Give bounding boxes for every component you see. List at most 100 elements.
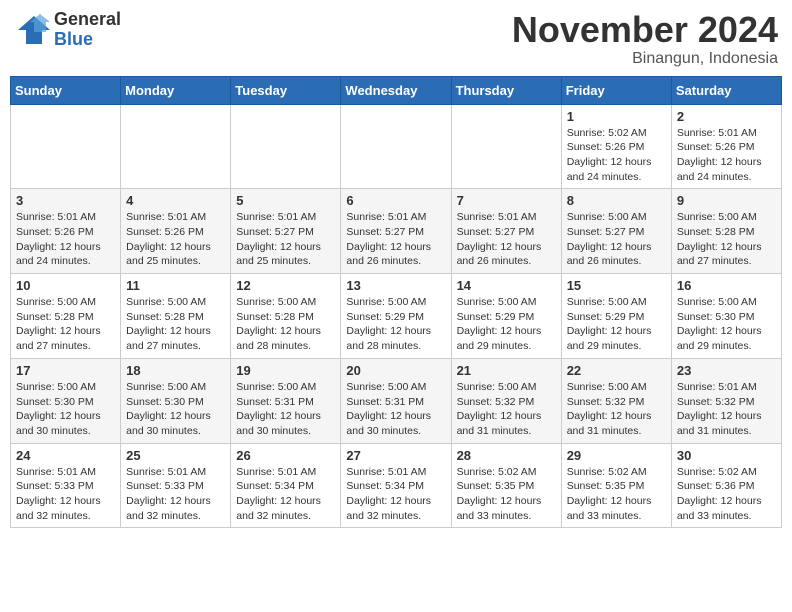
day-info: Sunrise: 5:01 AM Sunset: 5:32 PM Dayligh… (677, 380, 776, 439)
day-number: 22 (567, 363, 666, 378)
day-number: 23 (677, 363, 776, 378)
day-number: 28 (457, 448, 556, 463)
calendar-cell (451, 104, 561, 189)
calendar-cell (11, 104, 121, 189)
calendar-cell: 17 Sunrise: 5:00 AM Sunset: 5:30 PM Dayli… (11, 358, 121, 443)
day-info: Sunrise: 5:00 AM Sunset: 5:29 PM Dayligh… (346, 295, 445, 354)
calendar-cell: 11 Sunrise: 5:00 AM Sunset: 5:28 PM Dayli… (121, 274, 231, 359)
calendar-body: 1Sunrise: 5:02 AM Sunset: 5:26 PM Daylig… (11, 104, 782, 528)
calendar-cell: 2 Sunrise: 5:01 AM Sunset: 5:26 PM Daylig… (671, 104, 781, 189)
day-number: 30 (677, 448, 776, 463)
calendar-cell: 9Sunrise: 5:00 AM Sunset: 5:28 PM Daylig… (671, 189, 781, 274)
day-info: Sunrise: 5:00 AM Sunset: 5:29 PM Dayligh… (457, 295, 556, 354)
calendar-week-row: 17 Sunrise: 5:00 AM Sunset: 5:30 PM Dayli… (11, 358, 782, 443)
weekday-header: Thursday (451, 76, 561, 104)
day-info: Sunrise: 5:00 AM Sunset: 5:30 PM Dayligh… (677, 295, 776, 354)
day-number: 7 (457, 193, 556, 208)
weekday-header: Wednesday (341, 76, 451, 104)
logo-general: General (54, 10, 121, 30)
day-number: 20 (346, 363, 445, 378)
calendar-cell: 19Sunrise: 5:00 AM Sunset: 5:31 PM Dayli… (231, 358, 341, 443)
day-number: 13 (346, 278, 445, 293)
logo-text: General Blue (54, 10, 121, 50)
day-info: Sunrise: 5:00 AM Sunset: 5:32 PM Dayligh… (567, 380, 666, 439)
calendar-cell: 6 Sunrise: 5:01 AM Sunset: 5:27 PM Daylig… (341, 189, 451, 274)
calendar-cell: 7 Sunrise: 5:01 AM Sunset: 5:27 PM Daylig… (451, 189, 561, 274)
calendar-cell: 13 Sunrise: 5:00 AM Sunset: 5:29 PM Dayli… (341, 274, 451, 359)
logo: General Blue (14, 10, 121, 50)
day-info: Sunrise: 5:00 AM Sunset: 5:29 PM Dayligh… (567, 295, 666, 354)
day-number: 8 (567, 193, 666, 208)
calendar-cell: 25Sunrise: 5:01 AM Sunset: 5:33 PM Dayli… (121, 443, 231, 528)
day-info: Sunrise: 5:00 AM Sunset: 5:28 PM Dayligh… (236, 295, 335, 354)
day-number: 2 (677, 109, 776, 124)
day-info: Sunrise: 5:01 AM Sunset: 5:34 PM Dayligh… (236, 465, 335, 524)
day-number: 9 (677, 193, 776, 208)
day-info: Sunrise: 5:01 AM Sunset: 5:33 PM Dayligh… (126, 465, 225, 524)
day-info: Sunrise: 5:02 AM Sunset: 5:36 PM Dayligh… (677, 465, 776, 524)
calendar-cell: 1Sunrise: 5:02 AM Sunset: 5:26 PM Daylig… (561, 104, 671, 189)
day-number: 4 (126, 193, 225, 208)
day-number: 27 (346, 448, 445, 463)
day-info: Sunrise: 5:01 AM Sunset: 5:26 PM Dayligh… (16, 210, 115, 269)
day-number: 15 (567, 278, 666, 293)
calendar-week-row: 24 Sunrise: 5:01 AM Sunset: 5:33 PM Dayli… (11, 443, 782, 528)
day-number: 11 (126, 278, 225, 293)
calendar-cell: 3Sunrise: 5:01 AM Sunset: 5:26 PM Daylig… (11, 189, 121, 274)
calendar-cell: 30 Sunrise: 5:02 AM Sunset: 5:36 PM Dayli… (671, 443, 781, 528)
calendar-week-row: 10 Sunrise: 5:00 AM Sunset: 5:28 PM Dayli… (11, 274, 782, 359)
calendar-week-row: 3Sunrise: 5:01 AM Sunset: 5:26 PM Daylig… (11, 189, 782, 274)
calendar-cell: 18 Sunrise: 5:00 AM Sunset: 5:30 PM Dayli… (121, 358, 231, 443)
day-number: 19 (236, 363, 335, 378)
day-info: Sunrise: 5:01 AM Sunset: 5:27 PM Dayligh… (457, 210, 556, 269)
day-info: Sunrise: 5:00 AM Sunset: 5:30 PM Dayligh… (126, 380, 225, 439)
day-info: Sunrise: 5:00 AM Sunset: 5:28 PM Dayligh… (16, 295, 115, 354)
day-number: 21 (457, 363, 556, 378)
calendar-cell: 8 Sunrise: 5:00 AM Sunset: 5:27 PM Daylig… (561, 189, 671, 274)
weekday-header: Monday (121, 76, 231, 104)
day-info: Sunrise: 5:01 AM Sunset: 5:26 PM Dayligh… (677, 126, 776, 185)
day-number: 1 (567, 109, 666, 124)
day-info: Sunrise: 5:01 AM Sunset: 5:26 PM Dayligh… (126, 210, 225, 269)
calendar-cell: 22 Sunrise: 5:00 AM Sunset: 5:32 PM Dayli… (561, 358, 671, 443)
day-number: 6 (346, 193, 445, 208)
day-number: 18 (126, 363, 225, 378)
calendar-cell (121, 104, 231, 189)
weekday-header: Saturday (671, 76, 781, 104)
weekday-row: SundayMondayTuesdayWednesdayThursdayFrid… (11, 76, 782, 104)
calendar-cell: 21 Sunrise: 5:00 AM Sunset: 5:32 PM Dayli… (451, 358, 561, 443)
day-info: Sunrise: 5:01 AM Sunset: 5:33 PM Dayligh… (16, 465, 115, 524)
calendar: SundayMondayTuesdayWednesdayThursdayFrid… (10, 76, 782, 529)
day-info: Sunrise: 5:00 AM Sunset: 5:27 PM Dayligh… (567, 210, 666, 269)
calendar-cell: 28Sunrise: 5:02 AM Sunset: 5:35 PM Dayli… (451, 443, 561, 528)
day-number: 5 (236, 193, 335, 208)
day-number: 10 (16, 278, 115, 293)
calendar-cell: 24 Sunrise: 5:01 AM Sunset: 5:33 PM Dayli… (11, 443, 121, 528)
day-number: 14 (457, 278, 556, 293)
day-info: Sunrise: 5:02 AM Sunset: 5:35 PM Dayligh… (567, 465, 666, 524)
calendar-cell: 15 Sunrise: 5:00 AM Sunset: 5:29 PM Dayli… (561, 274, 671, 359)
calendar-cell: 5 Sunrise: 5:01 AM Sunset: 5:27 PM Daylig… (231, 189, 341, 274)
calendar-cell: 4 Sunrise: 5:01 AM Sunset: 5:26 PM Daylig… (121, 189, 231, 274)
day-info: Sunrise: 5:00 AM Sunset: 5:32 PM Dayligh… (457, 380, 556, 439)
day-info: Sunrise: 5:01 AM Sunset: 5:27 PM Dayligh… (236, 210, 335, 269)
day-number: 24 (16, 448, 115, 463)
day-info: Sunrise: 5:00 AM Sunset: 5:31 PM Dayligh… (346, 380, 445, 439)
calendar-cell (231, 104, 341, 189)
calendar-header: SundayMondayTuesdayWednesdayThursdayFrid… (11, 76, 782, 104)
day-info: Sunrise: 5:00 AM Sunset: 5:28 PM Dayligh… (126, 295, 225, 354)
location: Binangun, Indonesia (512, 50, 778, 68)
day-number: 16 (677, 278, 776, 293)
day-number: 17 (16, 363, 115, 378)
day-number: 12 (236, 278, 335, 293)
day-info: Sunrise: 5:01 AM Sunset: 5:34 PM Dayligh… (346, 465, 445, 524)
day-info: Sunrise: 5:00 AM Sunset: 5:30 PM Dayligh… (16, 380, 115, 439)
calendar-cell: 12 Sunrise: 5:00 AM Sunset: 5:28 PM Dayli… (231, 274, 341, 359)
logo-icon (14, 12, 50, 48)
calendar-cell: 20 Sunrise: 5:00 AM Sunset: 5:31 PM Dayli… (341, 358, 451, 443)
page-header: General Blue November 2024 Binangun, Ind… (10, 10, 782, 68)
calendar-cell: 26Sunrise: 5:01 AM Sunset: 5:34 PM Dayli… (231, 443, 341, 528)
calendar-cell: 10 Sunrise: 5:00 AM Sunset: 5:28 PM Dayli… (11, 274, 121, 359)
day-info: Sunrise: 5:01 AM Sunset: 5:27 PM Dayligh… (346, 210, 445, 269)
calendar-cell (341, 104, 451, 189)
